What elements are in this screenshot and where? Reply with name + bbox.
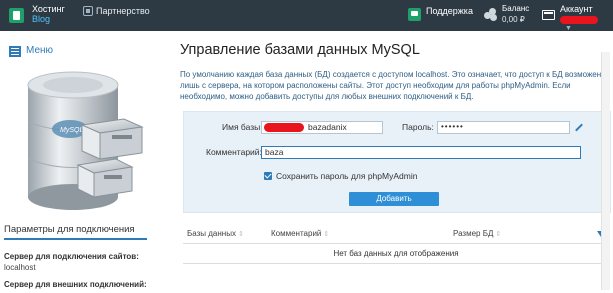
- comment-label: Комментарий:: [206, 147, 262, 157]
- coins-icon: [484, 8, 497, 21]
- db-name-value: bazadanix: [308, 122, 347, 132]
- table-header-divider: [183, 243, 609, 244]
- mysql-database-illustration: MySQL: [27, 71, 144, 210]
- menu-button[interactable]: Меню: [9, 45, 69, 59]
- nav-partnership-label: Партнерство: [96, 6, 150, 16]
- redacted-db-prefix: [264, 123, 304, 132]
- db-name-label: Имя базы:: [222, 122, 263, 132]
- top-navigation-bar: Хостинг Blog Партнерство Поддержка Балан…: [0, 0, 613, 32]
- balance-label: Баланс: [502, 4, 530, 13]
- vertical-scrollbar[interactable]: [601, 52, 610, 290]
- save-password-label[interactable]: Сохранить пароль для phpMyAdmin: [276, 171, 417, 181]
- column-header-comment-label: Комментарий: [271, 229, 322, 238]
- account-label: Аккаунт: [560, 4, 593, 14]
- save-password-checkbox[interactable]: [264, 172, 272, 180]
- connection-params-title: Параметры для подключения: [4, 224, 135, 235]
- column-header-size-label: Размер БД: [453, 229, 494, 238]
- redacted-account-name: [560, 16, 598, 24]
- section-divider: [4, 238, 147, 240]
- empty-table-message: Нет баз данных для отображения: [333, 249, 459, 258]
- external-server-label: Сервер для внешних подключений:: [4, 280, 147, 289]
- table-bottom-divider: [183, 263, 609, 264]
- comment-value: baza: [265, 147, 284, 157]
- svg-text:MySQL: MySQL: [60, 127, 83, 134]
- sites-server-label: Сервер для подключения сайтов:: [4, 252, 139, 261]
- password-value: ••••••: [441, 122, 464, 131]
- logo-title: Хостинг: [32, 4, 65, 14]
- support-chat-icon: [408, 8, 421, 21]
- column-header-databases-label: Базы данных: [187, 229, 236, 238]
- partnership-icon: [83, 6, 93, 16]
- nav-account[interactable]: Аккаунт ▼: [538, 0, 613, 32]
- hosting-blog-logo[interactable]: Хостинг Blog: [0, 0, 82, 31]
- hosting-logo-icon: [9, 8, 24, 23]
- add-database-form: Имя базы: bazadanix Пароль: •••••• Комме…: [183, 111, 611, 213]
- password-label: Пароль:: [402, 122, 434, 132]
- sort-icon: ⇕: [237, 231, 244, 238]
- menu-icon: [9, 46, 21, 57]
- add-database-button[interactable]: Добавить: [349, 192, 439, 206]
- sort-icon: ⇕: [495, 231, 502, 238]
- column-header-databases[interactable]: Базы данных ⇕: [187, 229, 244, 238]
- page-title: Управление базами данных MySQL: [180, 42, 420, 58]
- comment-input[interactable]: [261, 146, 581, 159]
- generate-password-icon[interactable]: [575, 123, 584, 132]
- balance-value: 0,00 ₽: [502, 15, 525, 24]
- sidebar: Меню MySQL Параметры для подключения Сер…: [0, 31, 172, 293]
- logo-subtitle: Blog: [32, 14, 51, 24]
- nav-support[interactable]: Поддержка: [404, 0, 474, 31]
- column-header-comment[interactable]: Комментарий ⇕: [271, 229, 329, 238]
- main-content: Управление базами данных MySQL По умолча…: [172, 31, 613, 293]
- account-card-icon: [542, 10, 555, 20]
- sort-icon: ⇕: [323, 231, 330, 238]
- sites-server-value: localhost: [4, 263, 36, 272]
- nav-support-label: Поддержка: [426, 6, 473, 16]
- nav-balance[interactable]: Баланс 0,00 ₽: [483, 0, 533, 31]
- nav-partnership[interactable]: Партнерство: [80, 0, 170, 31]
- page-description: По умолчанию каждая база данных (БД) соз…: [180, 70, 602, 101]
- menu-label: Меню: [26, 45, 54, 56]
- column-header-size[interactable]: Размер БД ⇕: [453, 229, 501, 238]
